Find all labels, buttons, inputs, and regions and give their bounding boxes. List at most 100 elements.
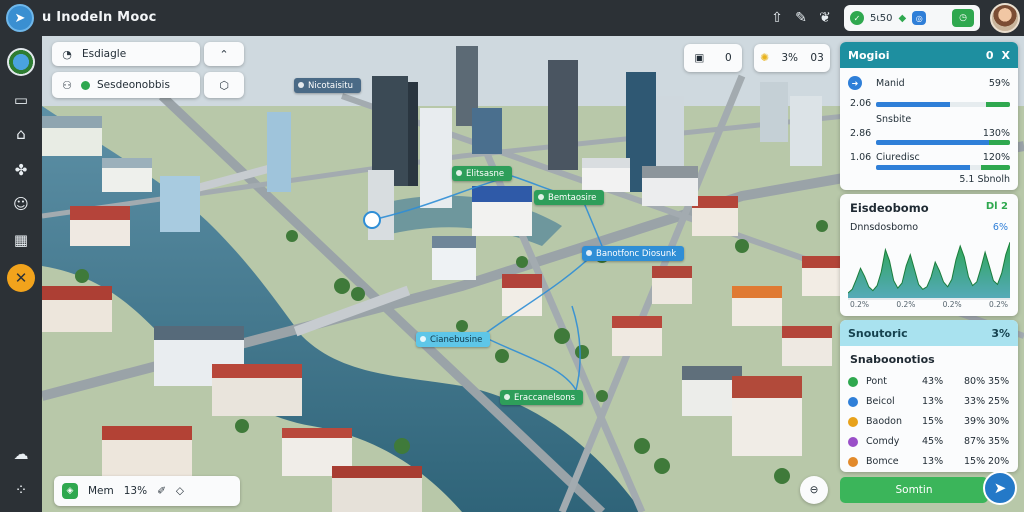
stats-header-label: Snoutoric [848, 326, 908, 340]
submit-button[interactable]: Somtin [840, 477, 988, 503]
stats-panel: Snoutoric 3% Snaboonotios Pont 43% 80% 35% B… [840, 320, 1018, 472]
stats-label: Comdy [866, 436, 900, 447]
metric-value: 130% [982, 128, 1010, 139]
map-mode-icon[interactable]: ◈ [62, 483, 78, 499]
stats-value: 45% [922, 436, 944, 447]
leaf-icon[interactable]: ❦ [814, 7, 836, 29]
app-title: u Inodeln Mooc [42, 10, 157, 25]
draw-icon[interactable]: ✐ [157, 485, 166, 497]
stats-value: 35% [988, 436, 1010, 447]
pen-icon[interactable]: ✎ [790, 7, 812, 29]
map-tag[interactable]: Nicotaisitu [294, 78, 362, 93]
status-dot-icon [81, 80, 90, 90]
app-logo-icon[interactable]: ➤ [6, 4, 34, 32]
view-box-2[interactable]: ✺ 3% 03 [754, 44, 830, 72]
metric-left-value: 1.06 [850, 152, 872, 163]
puzzle-icon[interactable]: ✤ [7, 156, 35, 184]
metric-label: Snsbite [876, 114, 912, 125]
globe-icon[interactable] [7, 48, 35, 76]
stats-row[interactable]: Bomce 13% 15% 20% [840, 454, 1018, 470]
map-tag[interactable]: Elitsasne [452, 166, 513, 181]
zoom-level: 13% [123, 485, 148, 497]
view-box-1-value: 0 [724, 52, 732, 64]
search-row-2-label: Sesdeonobbis [97, 79, 170, 91]
metrics-footer: 5.1 Sbnolh [959, 174, 1010, 185]
x-tick-label: 0.2% [988, 300, 1008, 309]
chart-badge: Dl 2 [985, 201, 1008, 212]
chart-title: Eisdeobomo [850, 201, 929, 215]
stats-value: 15% [964, 456, 986, 467]
x-tick-label: 0.2% [850, 300, 870, 309]
home-icon[interactable]: ⌂ [7, 120, 35, 148]
smile-icon[interactable]: ☺ [7, 190, 35, 218]
view-box-1[interactable]: ▣ 0 [684, 44, 742, 72]
chevron-up-icon: ⌃ [219, 47, 229, 61]
status-badge: ◎ [912, 11, 927, 25]
app-title-text: Inodeln Mooc [56, 10, 157, 25]
legend-dot-icon [848, 457, 858, 467]
tree-icon[interactable]: ⇧ [766, 7, 788, 29]
chart-subtitle: Dnnsdosbomo [850, 222, 919, 233]
metric-label: Ciuredisc [876, 152, 920, 163]
legend-dot-icon [848, 397, 858, 407]
metric-left-value: 2.06 [850, 98, 872, 109]
metric-bar-green [988, 140, 1010, 145]
tools-icon[interactable]: ✕ [7, 264, 35, 292]
leaf-small-icon: ◆ [898, 12, 907, 24]
collapse-button[interactable]: ⌃ [204, 42, 244, 66]
compass-button[interactable]: ⊖ [800, 476, 828, 504]
rotate-icon[interactable]: ◇ [176, 485, 184, 497]
area-chart [848, 242, 1010, 300]
stats-value: 33% [964, 396, 986, 407]
status-square-button[interactable]: ◷ [952, 9, 974, 27]
stats-value: 39% [964, 416, 986, 427]
stats-label: Bomce [866, 456, 899, 467]
map-tag[interactable]: Bemtaosire [534, 190, 605, 205]
metric-bar-green [985, 102, 1010, 107]
chart-subtitle-value: 6% [992, 222, 1008, 233]
book-icon[interactable]: ▭ [7, 86, 35, 114]
status-pill[interactable]: ✓ 5ι50 ◆ ◎ ◷ [844, 5, 980, 31]
frame-icon: ▣ [694, 52, 705, 64]
metrics-panel: Mogioi 0 X ➜ Manid 59% 2.06 Snsbite 2.86… [840, 42, 1018, 190]
user-avatar[interactable] [990, 3, 1020, 33]
metric-bar-blue [876, 140, 997, 145]
view-box-2-value: 3% [781, 52, 799, 64]
x-tick-label: 0.2% [942, 300, 962, 309]
metric-bar [876, 165, 1010, 170]
link-icon: ⚇ [62, 78, 72, 92]
stats-row[interactable]: Baodon 15% 39% 30% [840, 414, 1018, 430]
metric-bar [876, 102, 1010, 107]
close-icon[interactable]: X [1002, 49, 1010, 62]
search-row-1[interactable]: ◔ Esdiagle [52, 42, 200, 66]
weather-icon[interactable]: ☁ [7, 440, 35, 468]
network-icon[interactable]: ⁘ [7, 476, 35, 504]
stats-value: 13% [922, 396, 944, 407]
stats-row[interactable]: Comdy 45% 87% 35% [840, 434, 1018, 450]
app-title-prefix: u [42, 10, 52, 25]
map-tag[interactable]: Cianebusine [416, 332, 491, 347]
menu-button[interactable]: Mem [88, 485, 114, 497]
stats-row[interactable]: Beicol 13% 33% 25% [840, 394, 1018, 410]
stats-value: 25% [988, 396, 1010, 407]
chart-x-labels: 0.2% 0.2% 0.2% 0.2% [850, 300, 1008, 309]
stats-header-value: 3% [991, 326, 1010, 340]
metric-value: 59% [988, 78, 1010, 89]
metric-bar [876, 140, 1010, 145]
navigate-fab[interactable]: ➤ [983, 471, 1017, 505]
grid-icon[interactable]: ▦ [7, 226, 35, 254]
search-row-2[interactable]: ⚇ Sesdeonobbis [52, 72, 200, 98]
view-box-2-extra: 03 [810, 52, 824, 64]
stats-row[interactable]: Pont 43% 80% 35% [840, 374, 1018, 390]
metric-label: Manid [876, 78, 905, 89]
bottom-toolbar: ◈ Mem 13% ✐ ◇ [54, 476, 240, 506]
metric-bar-blue [876, 102, 950, 107]
layers-button[interactable]: ⬡ [204, 72, 244, 98]
stats-label: Pont [866, 376, 887, 387]
metric-bar-blue [876, 165, 970, 170]
map-tag[interactable]: Eraccanelsons [500, 390, 584, 405]
map-tag[interactable]: Banotfonc Diosunk [582, 246, 685, 261]
navigate-icon: ➤ [993, 479, 1007, 497]
stats-value: 43% [922, 376, 944, 387]
metric-left-value: 2.86 [850, 128, 872, 139]
